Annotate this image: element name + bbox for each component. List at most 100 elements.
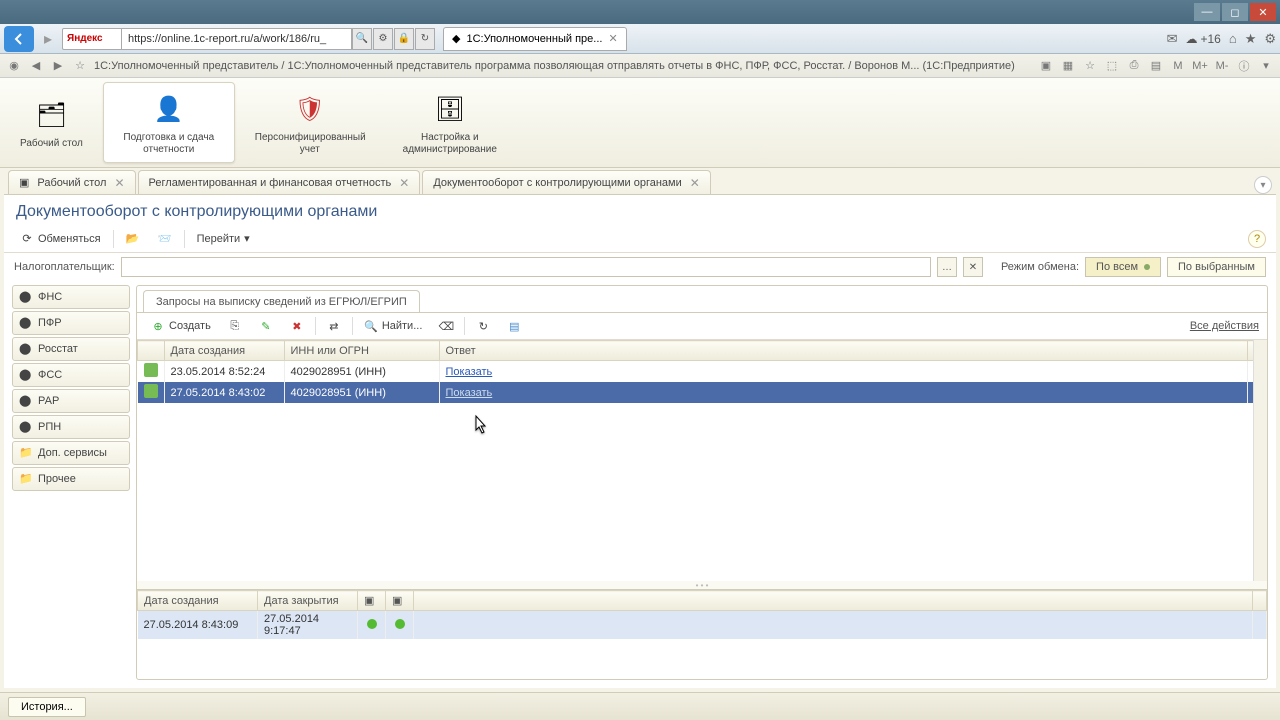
tool-button-2[interactable]: 📨	[152, 229, 178, 249]
clear-find-button[interactable]: ⌫	[433, 316, 459, 336]
refresh-icon[interactable]: ↻	[415, 28, 435, 50]
home-icon[interactable]: ⌂	[1229, 31, 1237, 46]
swap-button[interactable]: ⇄	[321, 316, 347, 336]
sidebar-item-fns[interactable]: ⬤ФНС	[12, 285, 130, 309]
org-icon: ⬤	[19, 290, 33, 304]
tools-icon[interactable]: ⚙	[1264, 31, 1276, 47]
tab-icon: ▣	[19, 176, 29, 189]
ribbon-admin[interactable]: 🗄 Настройка и администрирование	[385, 82, 515, 163]
exchange-button[interactable]: ⟳ Обменяться	[14, 229, 107, 249]
tool-icon-2[interactable]: ▦	[1060, 58, 1076, 74]
back-button[interactable]	[4, 26, 34, 52]
tab-close-icon[interactable]: ✕	[608, 32, 617, 45]
ribbon-personnel[interactable]: 🛡 Персонифицированный учет	[245, 82, 375, 163]
ribbon-reporting[interactable]: 👤 Подготовка и сдача отчетности	[103, 82, 235, 163]
mode-all-button[interactable]: По всем	[1085, 257, 1161, 277]
select-button[interactable]: …	[937, 257, 957, 277]
nav-fwd-icon[interactable]: ▶	[50, 58, 66, 74]
tab-fin-report[interactable]: Регламентированная и финансовая отчетнос…	[138, 170, 421, 194]
search-engine-badge[interactable]: Яндекс	[62, 28, 122, 50]
browser-toolbar: ▸ Яндекс 🔍 ⚙ 🔒 ↻ ◆ 1С:Уполномоченный пре…	[0, 24, 1280, 54]
mail-icon[interactable]: ✉	[1167, 31, 1178, 47]
scrollbar[interactable]	[1253, 340, 1267, 581]
maximize-button[interactable]: ◻	[1222, 3, 1248, 21]
requests-grid[interactable]: Дата создания ИНН или ОГРН Ответ ▴ 23.05…	[137, 340, 1267, 581]
sub-tab-requests[interactable]: Запросы на выписку сведений из ЕГРЮЛ/ЕГР…	[143, 290, 420, 312]
collapse-tabs-button[interactable]: ▾	[1254, 176, 1272, 194]
col-st2[interactable]: ▣	[386, 591, 414, 611]
help-button[interactable]: ?	[1248, 230, 1266, 248]
refresh-grid-button[interactable]: ↻	[470, 316, 496, 336]
sidebar: ⬤ФНС ⬤ПФР ⬤Росстат ⬤ФСС ⬤РАР ⬤РПН 📁Доп. …	[12, 285, 130, 680]
close-icon[interactable]: ✕	[690, 176, 700, 190]
col-date[interactable]: Дата создания	[164, 341, 284, 361]
m-plus-icon[interactable]: M+	[1192, 58, 1208, 74]
close-icon[interactable]: ✕	[399, 176, 409, 190]
minimize-button[interactable]: —	[1194, 3, 1220, 21]
page-toolbar: ⟳ Обменяться 📂 📨 Перейти ▾ ?	[4, 225, 1276, 253]
m-minus-icon[interactable]: M-	[1214, 58, 1230, 74]
grid-splitter[interactable]: • • •	[137, 581, 1267, 589]
col-created[interactable]: Дата создания	[138, 591, 258, 611]
tool-icon-4[interactable]: ⬚	[1104, 58, 1120, 74]
all-actions-link[interactable]: Все действия	[1190, 320, 1259, 332]
col-answer[interactable]: Ответ	[439, 341, 1248, 361]
sidebar-item-rar[interactable]: ⬤РАР	[12, 389, 130, 413]
sidebar-item-pfr[interactable]: ⬤ПФР	[12, 311, 130, 335]
reporting-icon: 👤	[149, 90, 189, 130]
compat-icon[interactable]: ⚙	[373, 28, 393, 50]
copy-button[interactable]: ⎘	[222, 316, 248, 336]
sidebar-item-fss[interactable]: ⬤ФСС	[12, 363, 130, 387]
sidebar-item-rpn[interactable]: ⬤РПН	[12, 415, 130, 439]
address-bar[interactable]	[122, 28, 352, 50]
calc-icon[interactable]: ▤	[1148, 58, 1164, 74]
print-icon[interactable]: ⎙	[1126, 58, 1142, 74]
table-row[interactable]: 27.05.2014 8:43:02 4029028951 (ИНН) Пока…	[138, 382, 1267, 403]
show-link[interactable]: Показать	[446, 387, 493, 399]
sidebar-item-other[interactable]: 📁Прочее	[12, 467, 130, 491]
table-row[interactable]: 23.05.2014 8:52:24 4029028951 (ИНН) Пока…	[138, 361, 1267, 383]
favorites-icon[interactable]: ★	[1245, 31, 1257, 47]
tool-button-1[interactable]: 📂	[120, 229, 146, 249]
tool-icon-3[interactable]: ☆	[1082, 58, 1098, 74]
info-icon[interactable]: ⓘ	[1236, 58, 1252, 74]
mode-selected-button[interactable]: По выбранным	[1167, 257, 1266, 277]
goto-button[interactable]: Перейти ▾	[191, 229, 256, 248]
tool-icon-1[interactable]: ▣	[1038, 58, 1054, 74]
tab-doc-exchange[interactable]: Документооборот с контролирующими органа…	[422, 170, 710, 194]
close-icon[interactable]: ✕	[114, 176, 124, 190]
col-st1[interactable]: ▣	[358, 591, 386, 611]
sidebar-item-rosstat[interactable]: ⬤Росстат	[12, 337, 130, 361]
ribbon-desktop[interactable]: 🗂 Рабочий стол	[10, 82, 93, 163]
col-inn[interactable]: ИНН или ОГРН	[284, 341, 439, 361]
nav-back-icon[interactable]: ◀	[28, 58, 44, 74]
star-icon[interactable]: ☆	[72, 58, 88, 74]
weather-widget[interactable]: ☁ +16	[1185, 32, 1220, 46]
tab-desktop[interactable]: ▣ Рабочий стол ✕	[8, 170, 136, 194]
browser-tab[interactable]: ◆ 1С:Уполномоченный пре... ✕	[443, 27, 627, 51]
app-container: 🗂 Рабочий стол 👤 Подготовка и сдача отче…	[0, 78, 1280, 720]
create-button[interactable]: ⊕ Создать	[145, 316, 217, 336]
col-closed[interactable]: Дата закрытия	[258, 591, 358, 611]
clear-button[interactable]: ✕	[963, 257, 983, 277]
sidebar-item-services[interactable]: 📁Доп. сервисы	[12, 441, 130, 465]
edit-button[interactable]: ✎	[253, 316, 279, 336]
cycles-grid[interactable]: Дата создания Дата закрытия ▣ ▣ 27.05.20…	[137, 589, 1267, 679]
folder-icon: 📂	[126, 232, 140, 246]
close-window-button[interactable]: ✕	[1250, 3, 1276, 21]
pencil-icon: ✎	[259, 319, 273, 333]
table-row[interactable]: 27.05.2014 8:43:09 27.05.2014 9:17:47	[138, 611, 1267, 640]
settings-button[interactable]: ▤	[501, 316, 527, 336]
col-icon[interactable]	[138, 341, 165, 361]
search-go-icon[interactable]: 🔍	[352, 28, 372, 50]
dropdown-icon[interactable]: ▾	[1258, 58, 1274, 74]
taxpayer-input[interactable]	[121, 257, 931, 277]
grid-toolbar: ⊕ Создать ⎘ ✎ ✖ ⇄ 🔍 Найти... ⌫ ↻	[137, 312, 1267, 340]
mail-send-icon: 📨	[158, 232, 172, 246]
find-button[interactable]: 🔍 Найти...	[358, 316, 429, 336]
show-link[interactable]: Показать	[446, 366, 493, 378]
delete-button[interactable]: ✖	[284, 316, 310, 336]
m-icon[interactable]: M	[1170, 58, 1186, 74]
history-button[interactable]: История...	[8, 697, 86, 717]
forward-button[interactable]: ▸	[38, 29, 58, 49]
